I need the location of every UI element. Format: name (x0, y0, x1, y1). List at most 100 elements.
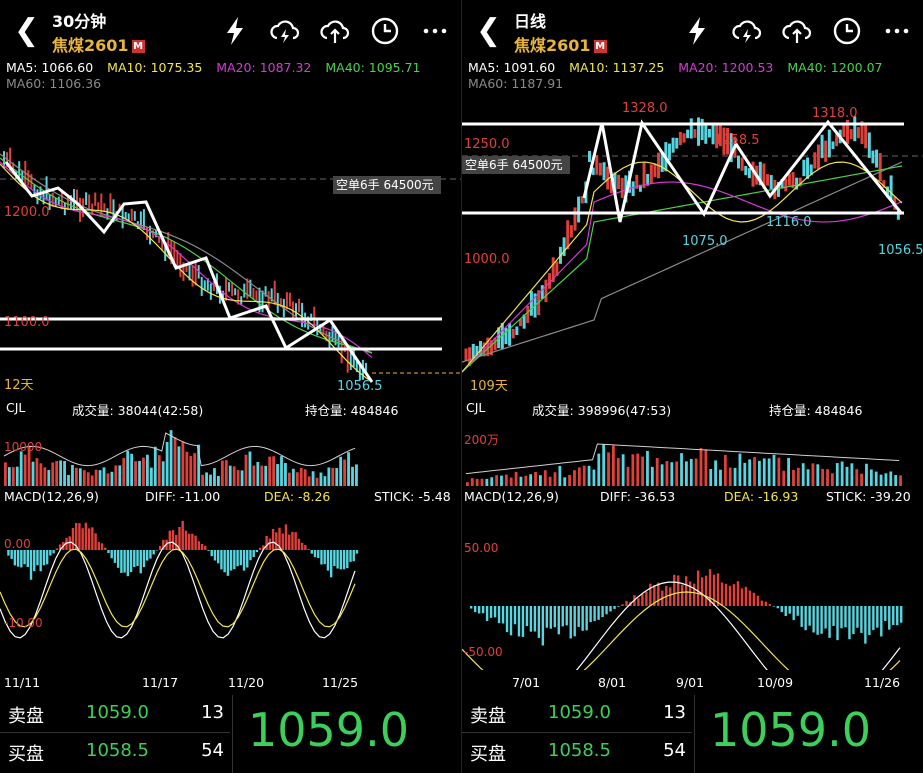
clock-icon[interactable] (368, 14, 402, 48)
peak-label: 1328.0 (622, 101, 668, 116)
macd-bar (597, 606, 600, 620)
volume-bar (762, 458, 766, 486)
sell-row[interactable]: 卖盘 1059.0 13 (0, 695, 230, 731)
volume-bar (288, 472, 291, 486)
date-label: 10/09 (757, 675, 794, 690)
macd-bar (736, 581, 740, 606)
macd-bar (657, 582, 660, 606)
clock-icon[interactable] (830, 14, 864, 48)
candle (802, 159, 806, 177)
volume-bar (884, 473, 888, 486)
macd-bar (836, 606, 839, 641)
right-price-chart[interactable]: 1250.0 1000.0 空单6手 64500元 1328.0 1258.5 … (462, 92, 923, 394)
volume-bar (59, 460, 63, 486)
volume-bar (335, 468, 339, 486)
macd-bar (505, 606, 509, 633)
candle (617, 174, 621, 190)
cloud-upload-icon[interactable] (780, 14, 814, 48)
macd-bar (107, 550, 110, 554)
volume-bar (173, 437, 177, 486)
sell-volume: 13 (663, 702, 686, 723)
macd-bar (541, 606, 545, 646)
volume-bar (801, 463, 805, 486)
lightning-icon[interactable] (680, 14, 714, 48)
volume-bar (236, 470, 240, 486)
date-label: 8/01 (598, 675, 627, 690)
macd-bar (756, 595, 760, 606)
macd-bar (497, 606, 501, 624)
symbol-label[interactable]: 焦煤2601 M (514, 32, 607, 56)
macd-bar (677, 575, 680, 606)
buy-row[interactable]: 买盘 1058.5 54 (462, 733, 692, 769)
buy-volume: 54 (663, 740, 686, 761)
volume-bar (114, 465, 118, 486)
macd-bar (533, 606, 537, 632)
last-price[interactable]: 1059.0 (248, 703, 409, 757)
last-price[interactable]: 1059.0 (710, 703, 871, 757)
symbol-label[interactable]: 焦煤2601 M (52, 32, 145, 56)
more-icon[interactable] (880, 14, 914, 48)
macd-indicator-name[interactable]: MACD(12,26,9) (464, 489, 559, 504)
timeframe-label[interactable]: 30分钟 (52, 8, 106, 32)
left-price-chart[interactable]: 1200.0 1100.0 空单6手 64500元 1056.5 12天 (0, 92, 461, 394)
timeframe-label[interactable]: 日线 (514, 8, 546, 32)
left-chart-panel: ❮ 30分钟 焦煤2601 M MA5: 1066.60 MA10: 1075.3… (0, 0, 461, 773)
volume-bar (331, 467, 335, 486)
date-label: 11/20 (228, 675, 265, 690)
cloud-lightning-icon[interactable] (268, 14, 302, 48)
volume-bar (39, 463, 43, 486)
back-icon[interactable]: ❮ (476, 14, 504, 48)
macd-bar (29, 550, 33, 580)
macd-bar (294, 532, 297, 550)
macd-bar (84, 522, 88, 550)
volume-bar (636, 453, 640, 486)
volume-bar (860, 473, 863, 486)
volume-bar (224, 460, 228, 486)
volume-bar (248, 451, 252, 486)
volume-bar (694, 458, 698, 486)
macd-bar (673, 574, 676, 606)
macd-bar (317, 550, 320, 559)
volume-bar (351, 466, 354, 486)
candle (737, 155, 740, 169)
ma60-line (462, 161, 903, 363)
volume-bar (514, 471, 518, 486)
macd-bar (517, 606, 521, 637)
volume-bar (213, 468, 216, 486)
volume-bar (616, 458, 620, 486)
macd-bar (275, 532, 278, 550)
candle (631, 181, 635, 196)
macd-bar (900, 606, 903, 623)
volume-bar (612, 445, 615, 486)
back-icon[interactable]: ❮ (14, 14, 42, 48)
volume-bar (82, 470, 86, 486)
cloud-upload-icon[interactable] (318, 14, 352, 48)
macd-bar (326, 550, 330, 571)
macd-bar (764, 601, 768, 606)
macd-bar (641, 594, 644, 606)
more-icon[interactable] (418, 14, 452, 48)
volume-bar (149, 467, 153, 486)
sell-label: 卖盘 (470, 706, 506, 727)
last-price-label: 1056.5 (337, 379, 383, 394)
macd-bar (197, 541, 201, 550)
buy-row[interactable]: 买盘 1058.5 54 (0, 733, 230, 769)
volume-indicator-name[interactable]: CJL (6, 400, 25, 415)
macd-bar (236, 550, 239, 567)
macd-bar (210, 550, 213, 557)
cloud-lightning-icon[interactable] (730, 14, 764, 48)
buy-label: 买盘 (470, 744, 506, 765)
candle (871, 150, 875, 164)
macd-bar (860, 606, 863, 633)
macd-bar (561, 606, 564, 627)
candle (816, 144, 820, 170)
volume-indicator-name[interactable]: CJL (466, 400, 485, 415)
volume-value: 成交量: 38044(42:58) (72, 403, 204, 418)
sell-row[interactable]: 卖盘 1059.0 13 (462, 695, 692, 731)
low-label: 1116.0 (766, 215, 812, 230)
macd-bar (113, 550, 117, 563)
macd-bar (513, 606, 517, 625)
lightning-icon[interactable] (218, 14, 252, 48)
macd-indicator-name[interactable]: MACD(12,26,9) (4, 489, 99, 504)
volume-bar (51, 462, 55, 486)
